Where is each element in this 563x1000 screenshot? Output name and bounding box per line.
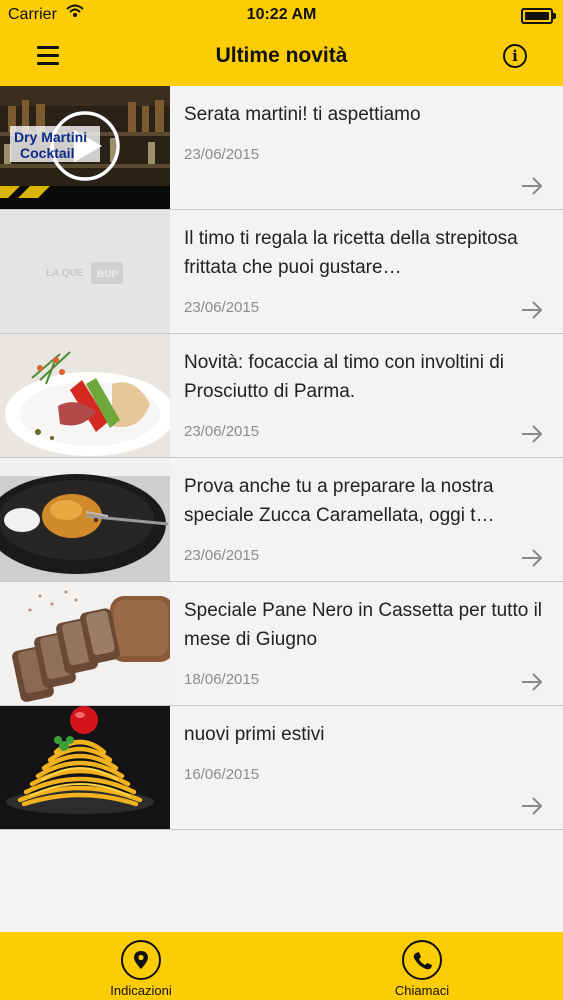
news-thumbnail-martini: Dry Martini Cocktail — [0, 86, 170, 209]
news-date: 23/06/2015 — [184, 423, 260, 440]
news-item[interactable]: Novità: focaccia al timo con involtini d… — [0, 334, 563, 458]
tab-label: Chiamaci — [394, 983, 450, 998]
status-bar: Carrier 10:22 AM — [0, 0, 563, 30]
news-date: 23/06/2015 — [184, 299, 260, 316]
news-list: Dry Martini Cocktail Serata martini! ti … — [0, 86, 563, 830]
news-item[interactable]: Speciale Pane Nero in Cassetta per tutto… — [0, 582, 563, 706]
news-date: 16/06/2015 — [184, 766, 260, 783]
tab-label: Indicazioni — [110, 983, 172, 998]
news-title: Novità: focaccia al timo con involtini d… — [184, 352, 504, 402]
news-date: 23/06/2015 — [184, 547, 260, 564]
info-icon[interactable]: i — [503, 44, 527, 68]
news-thumbnail-placeholder: LA QUE BUP — [0, 210, 170, 333]
news-thumbnail-primi-estivi — [0, 706, 170, 829]
news-date: 23/06/2015 — [184, 146, 260, 163]
phone-icon — [402, 940, 442, 980]
news-item[interactable]: Prova anche tu a preparare la nostra spe… — [0, 458, 563, 582]
location-pin-icon — [121, 940, 161, 980]
tab-indicazioni[interactable]: Indicazioni — [71, 940, 211, 998]
news-thumbnail-pane-nero — [0, 582, 170, 705]
arrow-right-icon[interactable] — [521, 177, 543, 195]
svg-text:Dry Martini: Dry Martini — [14, 129, 87, 145]
svg-text:BUP: BUP — [97, 269, 118, 280]
news-item[interactable]: LA QUE BUP Il timo ti regala la ricetta … — [0, 210, 563, 334]
news-thumbnail-focaccia — [0, 334, 170, 457]
arrow-right-icon[interactable] — [521, 797, 543, 815]
clock-label: 10:22 AM — [246, 6, 317, 23]
tab-chiamaci[interactable]: Chiamaci — [352, 940, 492, 998]
news-item[interactable]: nuovi primi estivi 16/06/2015 — [0, 706, 563, 830]
news-title: Prova anche tu a preparare la nostra spe… — [184, 476, 495, 526]
news-title: nuovi primi estivi — [184, 724, 325, 745]
tab-bar: Indicazioni Chiamaci — [0, 932, 563, 1000]
arrow-right-icon[interactable] — [521, 673, 543, 691]
news-item[interactable]: Dry Martini Cocktail Serata martini! ti … — [0, 86, 563, 210]
news-title: Speciale Pane Nero in Cassetta per tutto… — [184, 600, 543, 650]
news-thumbnail-zucca — [0, 458, 170, 581]
news-date: 18/06/2015 — [184, 671, 260, 688]
navigation-bar: Ultime novità i — [0, 30, 563, 86]
arrow-right-icon[interactable] — [521, 301, 543, 319]
news-title: Il timo ti regala la ricetta della strep… — [184, 228, 518, 278]
arrow-right-icon[interactable] — [521, 425, 543, 443]
page-title: Ultime novità — [215, 44, 348, 67]
arrow-right-icon[interactable] — [521, 549, 543, 567]
svg-text:Cocktail: Cocktail — [20, 145, 74, 161]
svg-text:LA QUE: LA QUE — [46, 268, 84, 279]
news-title: Serata martini! ti aspettiamo — [184, 104, 421, 125]
battery-icon — [521, 8, 556, 24]
